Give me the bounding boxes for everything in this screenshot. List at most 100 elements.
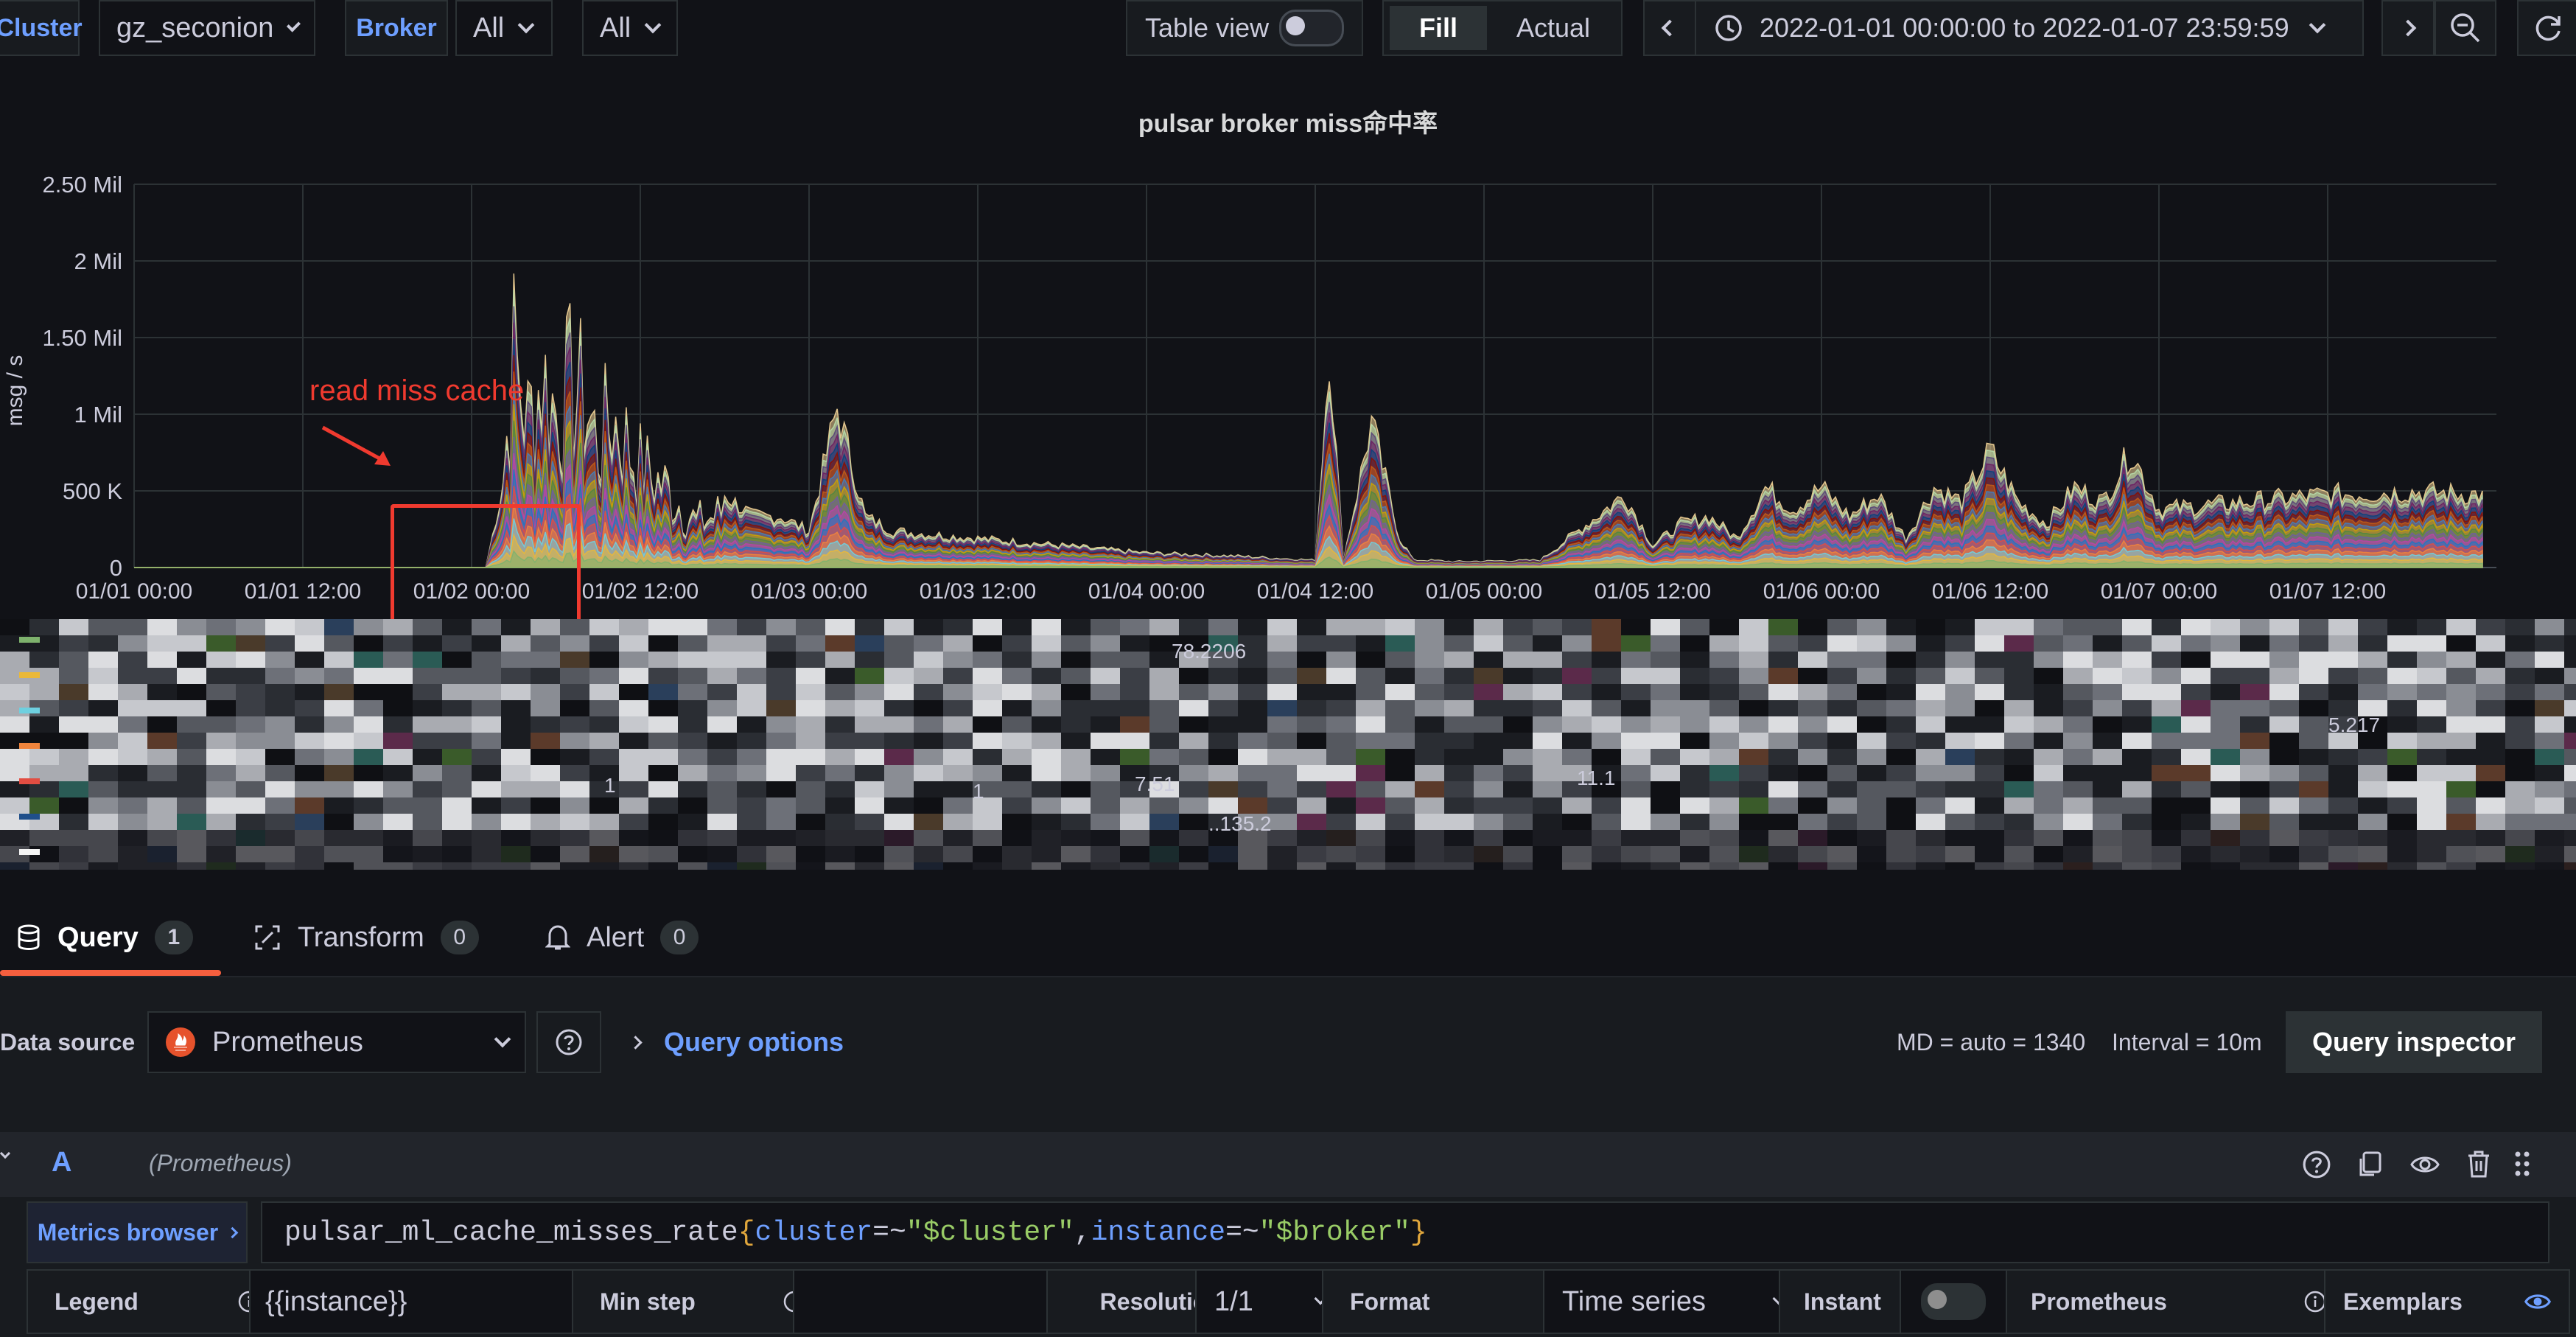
legend-pixel: [914, 749, 943, 765]
broker-variable-select[interactable]: All: [455, 0, 553, 56]
legend-pixel: [1061, 652, 1091, 668]
legend-pixel: [88, 862, 118, 870]
legend-pixel: [1533, 781, 1562, 797]
refresh-button[interactable]: [2517, 0, 2576, 56]
legend-pixel: [1503, 846, 1533, 862]
actual-button[interactable]: Actual: [1494, 6, 1612, 50]
legend-pixel: [648, 846, 678, 862]
legend-pixel: [648, 830, 678, 846]
legend-pixel: [1385, 814, 1415, 830]
legend-pixel: [766, 846, 796, 862]
query-inspector-button[interactable]: Query inspector: [2286, 1011, 2542, 1073]
legend-pixel: [2446, 862, 2476, 870]
legend-pixel: [1827, 846, 1857, 862]
legend-pixel: [1297, 700, 1326, 716]
legend-pixel: [2417, 652, 2446, 668]
legend-pixel: [973, 716, 1002, 733]
legend-pixel: [1916, 765, 1945, 781]
metrics-browser-button[interactable]: Metrics browser: [27, 1201, 248, 1263]
tab-alert[interactable]: Alert 0: [545, 898, 699, 977]
legend-pixel: [737, 765, 766, 781]
legend-pixel: [1533, 716, 1562, 733]
tab-transform[interactable]: Transform 0: [253, 898, 479, 977]
legend-pixel: [206, 749, 236, 765]
legend-format-input[interactable]: {{instance}}: [249, 1269, 582, 1334]
help-icon[interactable]: [2302, 1150, 2331, 1179]
legend-pixel: [1916, 700, 1945, 716]
drag-handle-icon[interactable]: [2511, 1148, 2533, 1179]
legend-pixel: [88, 684, 118, 700]
legend-pixel: [2034, 765, 2063, 781]
time-forward-button[interactable]: [2381, 0, 2435, 56]
legend-pixel: [1886, 716, 1916, 733]
legend-pixel: [2358, 619, 2387, 635]
third-variable-select[interactable]: All: [582, 0, 678, 56]
tab-query[interactable]: Query 1: [16, 898, 193, 977]
instant-toggle[interactable]: [1900, 1269, 2007, 1334]
legend-pixel: [1857, 781, 1886, 797]
time-range-picker[interactable]: 2022-01-01 00:00:00 to 2022-01-07 23:59:…: [1695, 0, 2364, 56]
legend-pixel: [589, 749, 619, 765]
legend-pixel: [442, 733, 472, 749]
legend-pixel: [1179, 797, 1208, 814]
legend-pixel: [236, 814, 265, 830]
legend-pixel: [2269, 781, 2299, 797]
exemplars-toggle[interactable]: Exemplars: [2324, 1269, 2570, 1334]
duplicate-icon[interactable]: [2355, 1150, 2384, 1179]
legend-pixel: [1503, 733, 1533, 749]
collapse-chevron-icon[interactable]: [0, 1148, 11, 1159]
legend-pixel: [1592, 814, 1621, 830]
legend-pixel: [2564, 684, 2576, 700]
legend-pixel: [678, 635, 707, 652]
legend-pixel: [2564, 765, 2576, 781]
legend-pixel: [0, 862, 29, 870]
legend-pixel: [2240, 830, 2269, 846]
legend-pixel: [354, 846, 383, 862]
datasource-picker[interactable]: Prometheus: [147, 1011, 526, 1073]
datasource-help-button[interactable]: [536, 1011, 601, 1073]
zoom-out-button[interactable]: [2435, 0, 2496, 56]
cluster-variable-select[interactable]: gz_seconion: [99, 0, 315, 56]
promql-expression-input[interactable]: pulsar_ml_cache_misses_rate{cluster=~"$c…: [261, 1201, 2549, 1263]
time-back-button[interactable]: [1643, 0, 1696, 56]
query-ref-id[interactable]: A: [52, 1147, 71, 1179]
legend-pixel: [1415, 619, 1444, 635]
toggle-switch[interactable]: [1279, 10, 1344, 46]
legend-pixel: [2476, 668, 2505, 684]
legend-pixel: [1002, 814, 1032, 830]
legend-pixel: [1356, 716, 1385, 733]
legend-pixel: [2387, 765, 2417, 781]
fill-button[interactable]: Fill: [1390, 6, 1487, 50]
table-view-label: Table view: [1145, 13, 1270, 43]
min-step-input[interactable]: [793, 1269, 1057, 1334]
legend-pixel: [1002, 700, 1032, 716]
format-select[interactable]: Time series: [1543, 1269, 1799, 1334]
legend-pixel: [1356, 781, 1385, 797]
trash-icon[interactable]: [2464, 1148, 2493, 1179]
legend-pixel: [1091, 797, 1120, 814]
legend-pixel: [1356, 830, 1385, 846]
legend-pixel: [2476, 635, 2505, 652]
legend-pixel: [1385, 846, 1415, 862]
legend-pixel: [2387, 716, 2417, 733]
legend-pixel: [2387, 814, 2417, 830]
legend-pixel: [707, 619, 737, 635]
legend-pixel: [2122, 652, 2152, 668]
legend-pixel: [2535, 846, 2564, 862]
legend-pixel: [825, 700, 855, 716]
legend-pixel: [1827, 733, 1857, 749]
legend-pixel: [2446, 668, 2476, 684]
resolution-select[interactable]: 1/1: [1195, 1269, 1341, 1334]
legend-pixel: [2358, 862, 2387, 870]
legend-color-swatch: [19, 743, 40, 749]
legend-pixel: [1886, 814, 1916, 830]
legend-pixel: [2299, 797, 2328, 814]
eye-icon[interactable]: [2409, 1150, 2440, 1179]
legend-pixel: [1120, 846, 1149, 862]
legend-pixel: [472, 668, 501, 684]
legend-pixel: [1032, 749, 1061, 765]
legend-pixel: [2417, 668, 2446, 684]
table-view-toggle[interactable]: Table view: [1126, 0, 1363, 56]
legend-pixel: [2269, 749, 2299, 765]
legend-pixel: [2476, 797, 2505, 814]
